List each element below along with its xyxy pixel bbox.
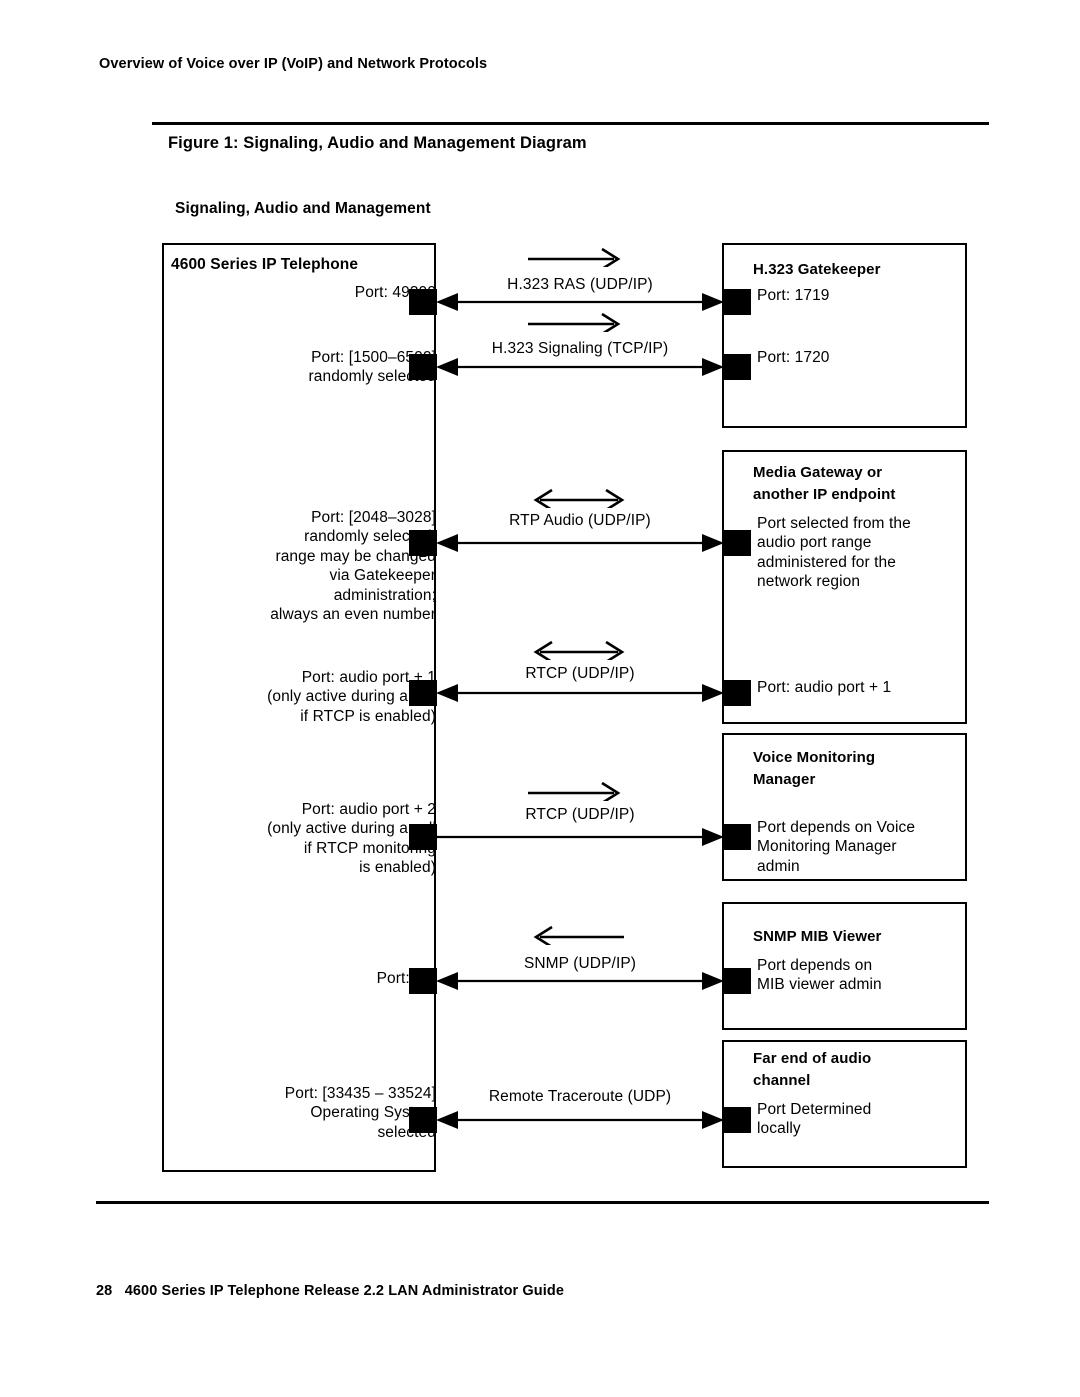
connector-right-6 <box>723 968 751 994</box>
connector-right-3 <box>723 530 751 556</box>
connector-right-1 <box>723 289 751 315</box>
gatekeeper-port-2: Port: 1720 <box>757 349 830 366</box>
direction-hint-icon-3 <box>532 488 628 512</box>
page-footer: 28 4600 Series IP Telephone Release 2.2 … <box>96 1283 564 1299</box>
snmp-mib-viewer-box-title: SNMP MIB Viewer <box>753 928 882 945</box>
connector-right-4 <box>723 680 751 706</box>
gatekeeper-port-1: Port: 1719 <box>757 287 830 304</box>
gatekeeper-box-title: H.323 Gatekeeper <box>753 261 881 278</box>
connector-right-5 <box>723 824 751 850</box>
media-gateway-port-2: Port: audio port + 1 <box>757 679 892 696</box>
media-gateway-box-title: Media Gateway or another IP endpoint <box>753 464 896 503</box>
connector-right-7 <box>723 1107 751 1133</box>
connector-left-3 <box>409 530 437 556</box>
channel-arrow-6 <box>436 970 724 992</box>
snmp-mib-viewer-port: Port depends on MIB viewer admin <box>757 957 882 994</box>
protocol-label-7: Remote Traceroute (UDP) <box>488 1088 672 1105</box>
connector-right-2 <box>723 354 751 380</box>
protocol-label-5: RTCP (UDP/IP) <box>525 806 635 823</box>
connector-left-5 <box>409 824 437 850</box>
connector-left-6 <box>409 968 437 994</box>
voice-monitoring-manager-box-title: Voice Monitoring Manager <box>753 749 876 788</box>
connector-left-4 <box>409 680 437 706</box>
channel-arrow-4 <box>436 682 724 704</box>
direction-hint-icon-2 <box>528 312 624 336</box>
far-end-box-title: Far end of audio channel <box>753 1050 872 1089</box>
protocol-label-4: RTCP (UDP/IP) <box>525 665 635 682</box>
direction-hint-icon-4 <box>532 640 628 664</box>
channel-arrow-2 <box>436 356 724 378</box>
channel-arrow-3 <box>436 532 724 554</box>
connector-left-1 <box>409 289 437 315</box>
voice-monitoring-manager-port: Port depends on Voice Monitoring Manager… <box>757 819 916 875</box>
channel-arrow-5 <box>436 826 724 848</box>
signaling-audio-management-diagram: 4600 Series IP Telephone H.323 Gatekeepe… <box>0 0 1080 1397</box>
direction-hint-icon-6 <box>532 925 628 949</box>
connector-left-7 <box>409 1107 437 1133</box>
telephone-box-title: 4600 Series IP Telephone <box>171 256 359 273</box>
direction-hint-icon-5 <box>528 781 624 805</box>
telephone-endpoint-label-3: Port: [2048–3028] randomly selected; ran… <box>270 509 436 623</box>
channel-arrow-1 <box>436 291 724 313</box>
far-end-port: Port Determined locally <box>757 1101 872 1138</box>
channel-arrow-7 <box>436 1109 724 1131</box>
footer-rule <box>96 1201 989 1204</box>
connector-left-2 <box>409 354 437 380</box>
direction-hint-icon-1 <box>528 247 624 271</box>
protocol-label-3: RTP Audio (UDP/IP) <box>509 512 651 529</box>
media-gateway-port-1: Port selected from the audio port range … <box>757 515 911 591</box>
